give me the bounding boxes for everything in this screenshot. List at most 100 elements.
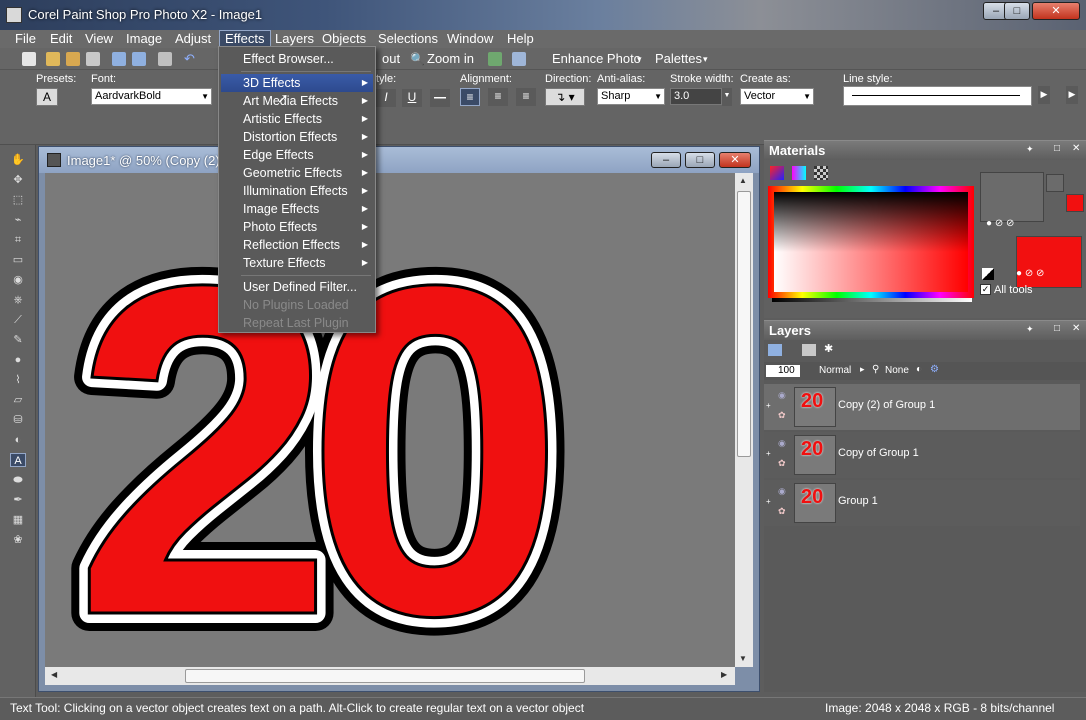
expand-icon[interactable]: + xyxy=(766,497,771,506)
expand-icon[interactable]: + xyxy=(766,401,771,410)
bg-small-swatch[interactable] xyxy=(1066,194,1084,212)
layer-row[interactable]: ◉ ✿ + 20 Group 1 xyxy=(764,480,1080,526)
background-swatch[interactable] xyxy=(1016,236,1082,288)
scroll-left-icon[interactable]: ◀ xyxy=(51,670,57,679)
antialias-select[interactable]: Sharp ▼ xyxy=(597,88,665,105)
all-tools-checkbox[interactable]: ✓ xyxy=(980,284,991,295)
menu-geometric-effects[interactable]: Geometric Effects ▶ xyxy=(221,164,373,182)
straighten-tool-icon[interactable]: ▭ xyxy=(10,253,26,267)
palettes-menu[interactable]: Palettes xyxy=(655,51,702,66)
menu-art-media-effects[interactable]: Art Media Effects ▶ xyxy=(221,92,373,110)
italic-button[interactable]: I xyxy=(376,89,396,107)
menu-3d-effects[interactable]: 3D Effects ▶ xyxy=(221,74,373,92)
doc-close-button[interactable]: ✕ xyxy=(719,152,751,168)
menu-image[interactable]: Image xyxy=(121,30,167,48)
visibility-icon[interactable]: ◉ xyxy=(778,486,788,496)
create-as-select[interactable]: Vector ▼ xyxy=(740,88,814,105)
horizontal-scroll-thumb[interactable] xyxy=(185,669,585,683)
image-canvas[interactable]: 20 20 20 xyxy=(45,173,735,667)
color-tool-icon[interactable]: ◐ xyxy=(10,433,26,447)
font-select[interactable]: AardvarkBold ▼ xyxy=(91,88,212,105)
align-right-button[interactable]: ≡ xyxy=(516,88,536,106)
grey-slider[interactable] xyxy=(772,298,972,302)
expand-icon[interactable]: + xyxy=(766,449,771,458)
menu-texture-effects[interactable]: Texture Effects ▶ xyxy=(221,254,373,272)
frame-tab-icon[interactable] xyxy=(770,166,784,180)
line-style-select[interactable] xyxy=(843,86,1032,106)
menu-edit[interactable]: Edit xyxy=(45,30,77,48)
smudge-tool-icon[interactable]: ⌇ xyxy=(10,373,26,387)
maximize-button[interactable]: □ xyxy=(1004,2,1030,20)
layer-row[interactable]: ◉ ✿ + 20 Copy of Group 1 xyxy=(764,432,1080,478)
tube-tool-icon[interactable]: ❀ xyxy=(10,533,26,547)
layer-row[interactable]: ◉ ✿ + 20 Copy (2) of Group 1 xyxy=(764,384,1080,430)
panel-close-icon[interactable]: ✕ xyxy=(1072,323,1080,334)
selection-tool-icon[interactable]: ⬚ xyxy=(10,193,26,207)
direction-select[interactable]: ↴ ▾ xyxy=(545,88,585,106)
pan-tool-icon[interactable]: ✋ xyxy=(10,153,26,167)
eraser-tool-icon[interactable]: ▱ xyxy=(10,393,26,407)
menu-file[interactable]: File xyxy=(10,30,41,48)
menu-window[interactable]: Window xyxy=(442,30,498,48)
visibility-icon[interactable]: ◐ xyxy=(916,364,922,375)
menu-adjust[interactable]: Adjust xyxy=(170,30,216,48)
reset-colors-icon[interactable] xyxy=(982,268,994,280)
preset-shape-tool-icon[interactable]: ⬬ xyxy=(10,473,26,487)
menu-view[interactable]: View xyxy=(80,30,118,48)
zoom-in-button[interactable]: Zoom in xyxy=(427,51,474,66)
new-icon[interactable] xyxy=(22,52,36,66)
red-eye-tool-icon[interactable]: ◉ xyxy=(10,273,26,287)
panel-maximize-icon[interactable]: □ xyxy=(1054,323,1060,334)
strikethrough-button[interactable]: — xyxy=(430,89,450,107)
scroll-right-icon[interactable]: ▶ xyxy=(1038,86,1050,104)
menu-photo-effects[interactable]: Photo Effects ▶ xyxy=(221,218,373,236)
panel-close-icon[interactable]: ✕ xyxy=(1072,143,1080,154)
layer-options-icon[interactable]: ✱ xyxy=(824,342,833,355)
save-as-icon[interactable] xyxy=(132,52,146,66)
zoom-out-label[interactable]: out xyxy=(382,51,400,66)
dodge-tool-icon[interactable]: ● xyxy=(10,353,26,367)
pen-tool-icon[interactable]: ✒ xyxy=(10,493,26,507)
presets-button[interactable]: A xyxy=(36,88,58,106)
menu-image-effects[interactable]: Image Effects ▶ xyxy=(221,200,373,218)
visibility-icon[interactable]: ◉ xyxy=(778,438,788,448)
stroke-width-input[interactable]: 3.0 xyxy=(670,88,722,105)
opacity-field[interactable]: 100 xyxy=(766,365,800,377)
underline-button[interactable]: U xyxy=(402,89,422,107)
save-icon[interactable] xyxy=(112,52,126,66)
enhance-photo-menu[interactable]: Enhance Photo xyxy=(552,51,641,66)
menu-artistic-effects[interactable]: Artistic Effects ▶ xyxy=(221,110,373,128)
horizontal-scrollbar[interactable]: ◀ ▶ xyxy=(45,667,735,685)
crop-tool-icon[interactable]: ⌗ xyxy=(10,233,26,247)
paint-tool-icon[interactable]: ⟋ xyxy=(10,313,26,327)
pin-icon[interactable]: ✦ xyxy=(1026,144,1034,155)
color-field[interactable] xyxy=(774,192,968,292)
lock-icon[interactable]: ⚙ xyxy=(930,364,939,375)
blend-mode-select[interactable]: Normal xyxy=(819,365,851,376)
dropper-tool-icon[interactable]: ⌁ xyxy=(10,213,26,227)
link-icon[interactable]: ⚲ xyxy=(872,364,879,375)
mask-select[interactable]: None xyxy=(885,365,909,376)
scroll-down-icon[interactable]: ▼ xyxy=(739,654,747,663)
fill-tool-icon[interactable]: ⛁ xyxy=(10,413,26,427)
pin-icon[interactable]: ✦ xyxy=(1026,324,1034,335)
new-layer-icon[interactable] xyxy=(768,344,782,356)
text-tool-icon[interactable]: A xyxy=(10,453,26,467)
close-button[interactable]: ✕ xyxy=(1032,2,1080,20)
panel-maximize-icon[interactable]: □ xyxy=(1054,143,1060,154)
view-icon[interactable] xyxy=(512,52,526,66)
doc-restore-button[interactable]: □ xyxy=(685,152,715,168)
scroll-up-icon[interactable]: ▲ xyxy=(739,176,747,185)
undo-icon[interactable]: ↶ xyxy=(184,52,198,66)
menu-help[interactable]: Help xyxy=(502,30,539,48)
scroll-right-icon[interactable]: ▶ xyxy=(721,670,727,679)
warp-tool-icon[interactable]: ▦ xyxy=(10,513,26,527)
swatches-tab-icon[interactable] xyxy=(814,166,828,180)
align-center-button[interactable]: ≡ xyxy=(488,88,508,106)
brush-tool-icon[interactable]: ✎ xyxy=(10,333,26,347)
pick-tool-icon[interactable]: ✥ xyxy=(10,173,26,187)
stroke-width-dropdown[interactable]: ▼ xyxy=(722,88,732,106)
menu-reflection-effects[interactable]: Reflection Effects ▶ xyxy=(221,236,373,254)
doc-minimize-button[interactable]: – xyxy=(651,152,681,168)
style-icon[interactable]: ● ⊘ ⊘ xyxy=(986,218,1014,229)
